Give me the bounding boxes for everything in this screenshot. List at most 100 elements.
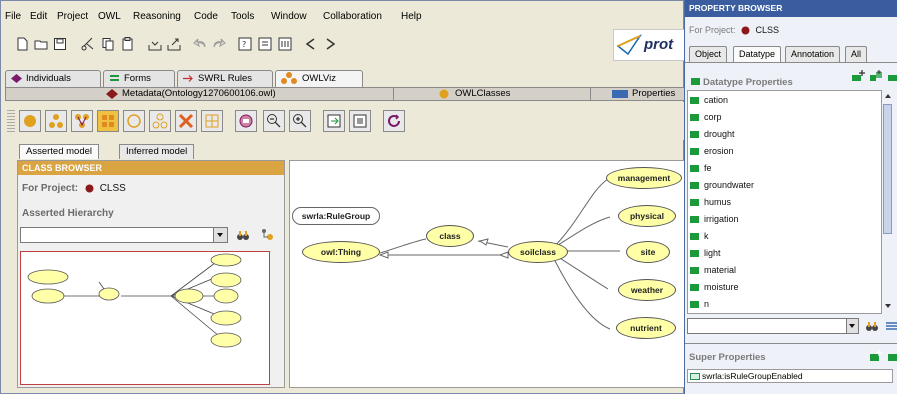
tab-owlclasses[interactable]: OWLClasses [395, 88, 591, 101]
scroll-up-icon[interactable] [884, 92, 892, 100]
node-site[interactable]: site [626, 241, 670, 263]
menu-bar: File Edit Project OWL Reasoning Code Too… [3, 11, 683, 27]
tab-inferred-model[interactable]: Inferred model [119, 144, 195, 159]
show-all-button[interactable] [97, 110, 119, 132]
paste-icon[interactable] [121, 37, 135, 51]
property-item[interactable]: groundwater [690, 180, 754, 190]
menu-tools[interactable]: Tools [231, 11, 254, 22]
cut-icon[interactable] [80, 37, 94, 51]
zoom-out-button[interactable] [263, 110, 285, 132]
export-icon[interactable] [167, 37, 181, 51]
property-item[interactable]: material [690, 265, 736, 275]
class-graph-panel[interactable]: management physical site weather nutrien… [289, 160, 685, 388]
hide-all-button[interactable] [175, 110, 197, 132]
tab-metadata[interactable]: Metadata(Ontology1270600106.owl) [6, 88, 394, 101]
menu-edit[interactable]: Edit [30, 11, 47, 22]
export-graph-button[interactable] [323, 110, 345, 132]
tab-owlviz[interactable]: OWLViz [275, 70, 363, 87]
node-management[interactable]: management [606, 167, 682, 189]
node-class[interactable]: class [426, 225, 474, 247]
node-owl-thing[interactable]: owl:Thing [302, 241, 380, 263]
menu-collaboration[interactable]: Collaboration [323, 11, 382, 22]
property-item[interactable]: irrigation [690, 214, 739, 224]
menu-window[interactable]: Window [271, 11, 307, 22]
property-item[interactable]: drought [690, 129, 735, 139]
tab-forms[interactable]: Forms [103, 70, 175, 87]
expand-hierarchy-icon[interactable] [260, 228, 274, 242]
node-swrla-rulegroup[interactable]: swrla:RuleGroup [292, 207, 380, 225]
show-grid-button[interactable] [201, 110, 223, 132]
zoom-in-button[interactable] [289, 110, 311, 132]
node-physical[interactable]: physical [618, 205, 676, 227]
remove-super-property-icon[interactable] [887, 349, 897, 363]
tab-annotation[interactable]: Annotation [785, 46, 841, 62]
undo-icon[interactable] [193, 37, 207, 51]
new-file-icon[interactable] [15, 37, 29, 51]
tab-properties[interactable]: Properties [592, 88, 686, 101]
property-item[interactable]: fe [690, 163, 712, 173]
dropdown-arrow-icon[interactable] [213, 228, 227, 242]
scroll-thumb[interactable] [883, 104, 892, 234]
query-icon[interactable]: ? [238, 37, 252, 51]
tab-all[interactable]: All [845, 46, 868, 62]
back-icon[interactable] [304, 37, 318, 51]
scroll-down-icon[interactable] [884, 302, 892, 310]
menu-file[interactable]: File [5, 11, 21, 22]
super-property-item[interactable]: swrla:isRuleGroupEnabled [690, 371, 803, 381]
project-dot-icon [85, 184, 94, 193]
options-button[interactable] [235, 110, 257, 132]
find-binoculars-icon[interactable] [236, 228, 250, 242]
import-icon[interactable] [148, 37, 162, 51]
property-item[interactable]: humus [690, 197, 731, 207]
open-folder-icon[interactable] [34, 37, 48, 51]
add-super-property-icon[interactable] [869, 349, 883, 363]
node-nutrient[interactable]: nutrient [616, 317, 676, 339]
class-search-dropdown[interactable] [20, 227, 228, 243]
menu-project[interactable]: Project [57, 11, 88, 22]
individuals-icon [11, 74, 22, 83]
property-item[interactable]: k [690, 231, 709, 241]
tab-object[interactable]: Object [689, 46, 728, 62]
property-item[interactable]: n [690, 299, 709, 309]
tab-asserted-model[interactable]: Asserted model [19, 144, 100, 159]
redo-icon[interactable] [212, 37, 226, 51]
hide-subclasses-button[interactable] [149, 110, 171, 132]
forward-icon[interactable] [323, 37, 337, 51]
property-item[interactable]: light [690, 248, 721, 258]
tab-datatype[interactable]: Datatype [733, 46, 782, 62]
copy-icon[interactable] [101, 37, 115, 51]
find-property-icon[interactable] [865, 319, 879, 333]
tab-swrl-rules[interactable]: SWRL Rules [177, 70, 273, 87]
dropdown-arrow-icon[interactable] [846, 319, 858, 333]
more-actions-icon[interactable] [887, 69, 897, 83]
menu-owl[interactable]: OWL [98, 11, 121, 22]
refresh-button[interactable] [383, 110, 405, 132]
property-item[interactable]: erosion [690, 146, 734, 156]
property-search-dropdown[interactable] [687, 318, 859, 334]
class-create-icon[interactable] [258, 37, 272, 51]
menu-reasoning[interactable]: Reasoning [133, 11, 181, 22]
expand-properties-icon[interactable] [885, 321, 897, 331]
show-class-button[interactable] [19, 110, 41, 132]
menu-help[interactable]: Help [401, 11, 422, 22]
super-properties-list[interactable]: swrla:isRuleGroupEnabled [687, 369, 893, 383]
show-subclasses-button[interactable] [45, 110, 67, 132]
show-superclasses-button[interactable] [71, 110, 93, 132]
property-item[interactable]: corp [690, 112, 722, 122]
property-item[interactable]: cation [690, 95, 728, 105]
create-subproperty-icon[interactable] [869, 69, 883, 83]
save-icon[interactable] [53, 37, 67, 51]
instance-create-icon[interactable] [278, 37, 292, 51]
menu-code[interactable]: Code [194, 11, 218, 22]
property-item[interactable]: moisture [690, 282, 739, 292]
datatype-properties-list[interactable]: cation corp drought erosion fe groundwat… [687, 90, 893, 314]
node-soilclass[interactable]: soilclass [508, 241, 568, 263]
create-property-icon[interactable] [851, 69, 865, 83]
tab-individuals[interactable]: Individuals [5, 70, 101, 87]
list-button[interactable] [349, 110, 371, 132]
hide-class-button[interactable] [123, 110, 145, 132]
node-weather[interactable]: weather [618, 279, 676, 301]
tab-individuals-label: Individuals [26, 73, 71, 84]
properties-scrollbar[interactable] [881, 90, 893, 314]
graph-overview-map[interactable] [20, 251, 270, 385]
